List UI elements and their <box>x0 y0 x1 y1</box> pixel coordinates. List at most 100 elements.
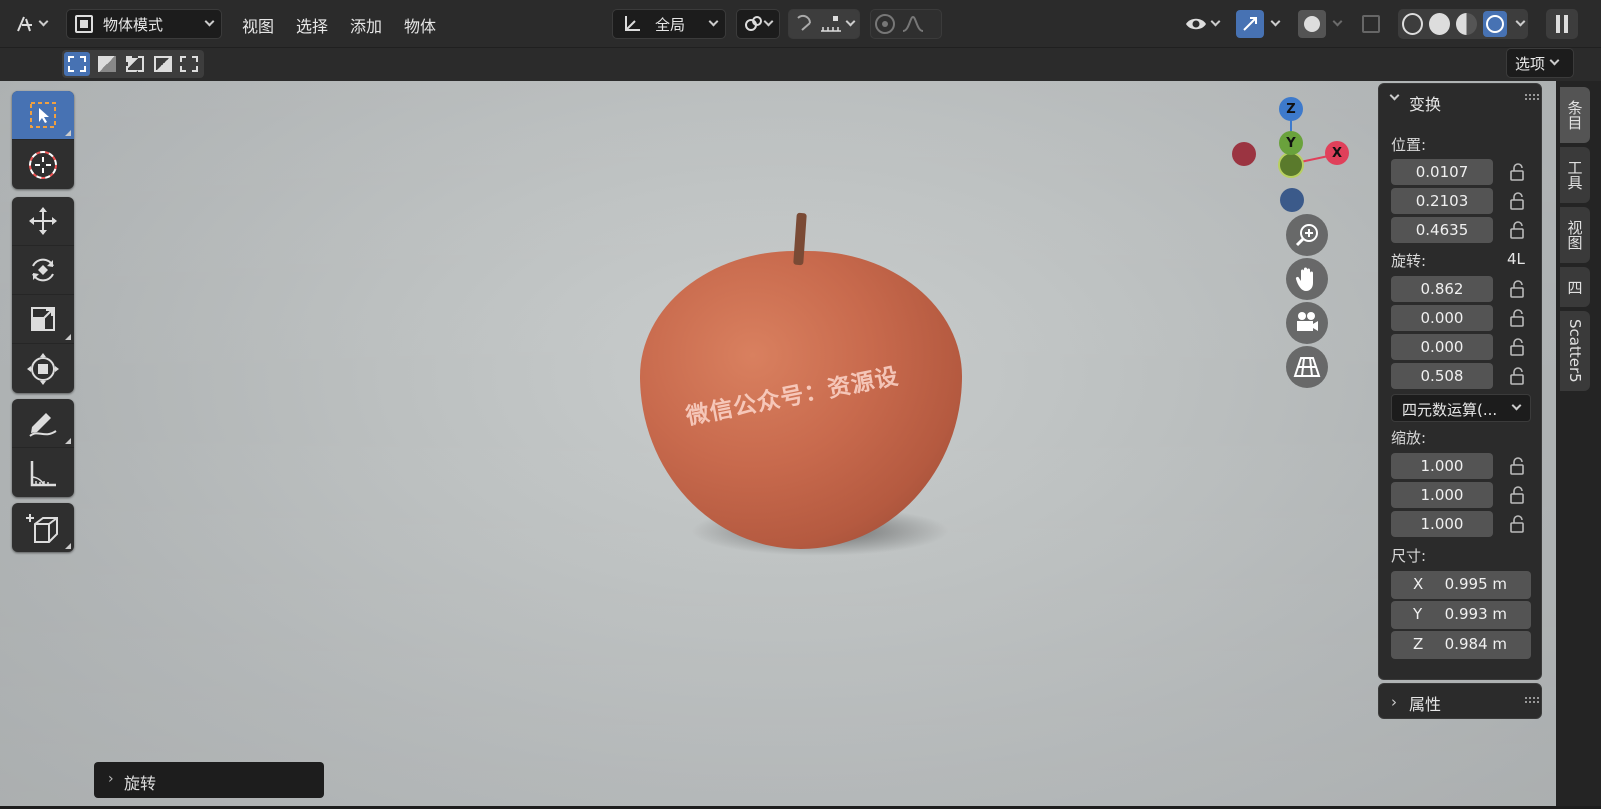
lock-icon[interactable] <box>1507 279 1527 299</box>
chevron-down-icon[interactable] <box>1389 90 1400 101</box>
scale-x-field[interactable]: 1.000 <box>1391 453 1493 479</box>
gizmo-z[interactable]: Z <box>1279 97 1303 121</box>
select-new-icon[interactable] <box>64 52 90 76</box>
camera-view-button[interactable] <box>1286 302 1328 344</box>
snapping-group[interactable] <box>788 9 860 39</box>
toolbar-transform-group <box>12 197 74 393</box>
rendered-shading-icon[interactable] <box>1482 11 1508 37</box>
lock-icon[interactable] <box>1507 308 1527 328</box>
pivot-point-dropdown[interactable] <box>736 9 780 39</box>
lock-icon[interactable] <box>1507 485 1527 505</box>
menu-view[interactable]: 视图 <box>242 13 274 37</box>
chevron-right-icon[interactable]: › <box>1391 693 1397 711</box>
transform-orientation-dropdown[interactable]: 全局 <box>612 9 726 39</box>
rotation-mode-dropdown[interactable]: 四元数运算(... <box>1391 394 1531 422</box>
chevron-down-icon <box>708 16 719 27</box>
toggle-perspective-button[interactable] <box>1286 346 1328 388</box>
lock-icon[interactable] <box>1507 337 1527 357</box>
dimension-y-field[interactable]: Y 0.993 m <box>1391 601 1531 629</box>
menu-object[interactable]: 物体 <box>404 13 436 37</box>
dimension-axis: Y <box>1413 605 1423 623</box>
shading-mode-group[interactable] <box>1398 9 1528 39</box>
lock-icon[interactable] <box>1507 220 1527 240</box>
3d-viewport[interactable]: 微信公众号：资源设 Y Z X <box>0 81 1556 806</box>
tab-four[interactable]: 四 <box>1560 267 1590 307</box>
select-box-tool[interactable] <box>12 91 74 140</box>
editor-type-button[interactable] <box>14 9 56 39</box>
overlays-toggle[interactable] <box>1298 9 1348 39</box>
gizmo-neg-x[interactable] <box>1232 142 1256 166</box>
last-operator-label: 旋转 <box>124 774 157 793</box>
chevron-down-icon <box>1511 400 1522 411</box>
transform-tool[interactable] <box>12 344 74 393</box>
tab-item[interactable]: 条目 <box>1560 87 1590 143</box>
transform-panel: 变换 位置: 0.0107 0.2103 0.4635 旋转: 4L 0.862… <box>1378 83 1542 680</box>
move-tool[interactable] <box>12 197 74 246</box>
xray-toggle[interactable] <box>1362 9 1390 39</box>
dimension-axis: Z <box>1413 635 1424 653</box>
tab-view[interactable]: 视图 <box>1560 207 1590 263</box>
viewport-editor-icon <box>17 16 32 32</box>
cursor-tool[interactable] <box>12 140 74 189</box>
falloff-curve-icon <box>902 15 924 32</box>
gizmo-toggle[interactable] <box>1236 9 1290 39</box>
dimension-x-field[interactable]: X 0.995 m <box>1391 571 1531 599</box>
pause-render-button[interactable] <box>1546 9 1578 39</box>
lock-icon[interactable] <box>1507 366 1527 386</box>
rotation-y-field[interactable]: 0.000 <box>1391 334 1493 360</box>
visibility-dropdown[interactable] <box>1184 9 1228 39</box>
select-invert-icon[interactable] <box>150 52 176 76</box>
select-intersect-icon[interactable] <box>176 52 202 76</box>
scale-tool[interactable] <box>12 295 74 344</box>
proportional-icon <box>875 14 895 34</box>
rotation-x-field[interactable]: 0.000 <box>1391 305 1493 331</box>
rotation-mode-short[interactable]: 4L <box>1507 250 1525 268</box>
gizmo-neg-z[interactable] <box>1280 188 1304 212</box>
tab-tool[interactable]: 工具 <box>1560 147 1590 203</box>
lock-icon[interactable] <box>1507 162 1527 182</box>
tab-scatter5[interactable]: Scatter5 <box>1560 311 1590 391</box>
pan-button[interactable] <box>1286 258 1328 300</box>
gizmo-neg-y[interactable] <box>1278 152 1304 178</box>
lock-icon[interactable] <box>1507 514 1527 534</box>
menu-add[interactable]: 添加 <box>350 13 382 37</box>
lock-icon[interactable] <box>1507 191 1527 211</box>
drag-handle-icon[interactable] <box>1525 94 1539 100</box>
gizmo-y[interactable]: Y <box>1279 131 1303 155</box>
solid-shading-icon[interactable] <box>1429 13 1450 35</box>
proportional-editing-group[interactable] <box>870 9 942 39</box>
rotate-tool[interactable] <box>12 246 74 295</box>
wireframe-shading-icon[interactable] <box>1402 13 1424 35</box>
ruler-icon <box>30 460 56 486</box>
location-y-field[interactable]: 0.2103 <box>1391 188 1493 214</box>
chevron-down-icon <box>1515 16 1526 27</box>
scale-y-field[interactable]: 1.000 <box>1391 482 1493 508</box>
zoom-button[interactable] <box>1286 214 1328 256</box>
dimension-z-field[interactable]: Z 0.984 m <box>1391 631 1531 659</box>
options-label: 选项 <box>1515 54 1546 73</box>
material-shading-icon[interactable] <box>1455 13 1477 35</box>
rotation-w-field[interactable]: 0.862 <box>1391 276 1493 302</box>
camera-icon <box>1297 312 1318 331</box>
menu-select[interactable]: 选择 <box>296 13 328 37</box>
drag-handle-icon[interactable] <box>1525 697 1539 703</box>
location-x-field[interactable]: 0.0107 <box>1391 159 1493 185</box>
rotation-z-field[interactable]: 0.508 <box>1391 363 1493 389</box>
add-cube-tool[interactable] <box>12 503 74 552</box>
location-z-field[interactable]: 0.4635 <box>1391 217 1493 243</box>
measure-tool[interactable] <box>12 448 74 497</box>
properties-panel-title[interactable]: 属性 <box>1409 691 1441 715</box>
blender-window: 物体模式 视图 选择 添加 物体 全局 选项 微信公众号：资源设 Y Z X ›… <box>0 0 1601 809</box>
navigation-gizmo[interactable]: Y Z X <box>1225 91 1355 212</box>
last-operator-panel[interactable]: › 旋转 <box>94 762 324 798</box>
options-dropdown[interactable]: 选项 <box>1506 48 1574 78</box>
interaction-mode-dropdown[interactable]: 物体模式 <box>66 9 222 39</box>
gizmo-x[interactable]: X <box>1325 141 1349 165</box>
cursor-icon <box>29 150 57 179</box>
annotate-tool[interactable] <box>12 399 74 448</box>
select-subtract-icon[interactable] <box>122 52 148 76</box>
scale-z-field[interactable]: 1.000 <box>1391 511 1493 537</box>
lock-icon[interactable] <box>1507 456 1527 476</box>
transform-panel-title[interactable]: 变换 <box>1409 91 1441 115</box>
select-extend-icon[interactable] <box>94 52 120 76</box>
